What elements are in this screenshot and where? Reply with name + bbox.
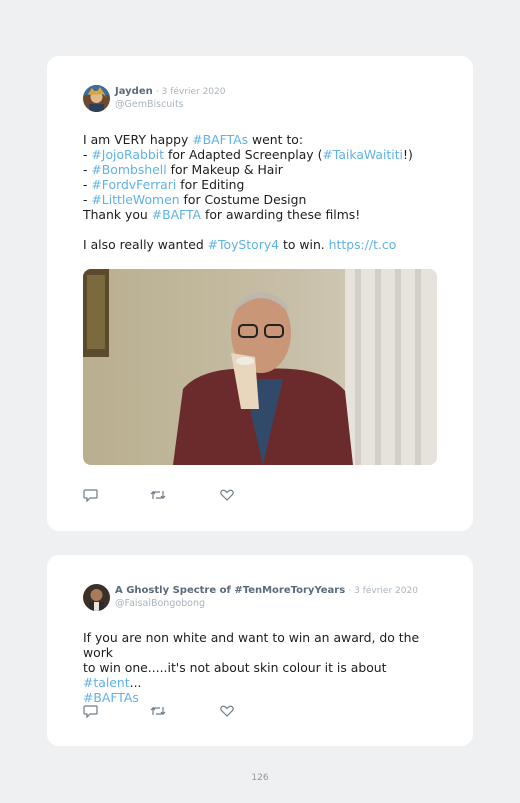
hashtag-link[interactable]: #BAFTA (152, 207, 201, 222)
tweet-text-segment: for awarding these films! (201, 207, 361, 222)
hashtag-link[interactable]: #FordvFerrari (91, 177, 176, 192)
author-name[interactable]: A Ghostly Spectre of #TenMoreToryYears (115, 585, 345, 596)
tweet-text-segment: ... (129, 675, 142, 690)
page-number: 126 (251, 773, 269, 783)
tweet-text-segment: I also really wanted (83, 237, 208, 252)
heart-icon[interactable] (219, 487, 235, 501)
tweet-line: to win one.....it's not about skin colou… (83, 660, 443, 690)
tweet-author-line: Jayden · 3 février 2020 (115, 85, 225, 99)
tweet-text-segment: I am VERY happy (83, 132, 193, 147)
tweet-line: - #JojoRabbit for Adapted Screenplay (#T… (83, 147, 443, 162)
tweet-line: - #Bombshell for Makeup & Hair (83, 162, 443, 177)
reply-icon[interactable] (83, 703, 99, 719)
hashtag-link[interactable]: #talent (83, 675, 130, 690)
tweet-line: #BAFTAs (83, 690, 443, 705)
tweet-line: - #FordvFerrari for Editing (83, 177, 443, 192)
hashtag-link[interactable]: #BAFTAs (192, 132, 248, 147)
tweet-text-segment: for Adapted Screenplay ( (164, 147, 323, 162)
tweet-line: I also really wanted #ToyStory4 to win. … (83, 237, 443, 252)
avatar[interactable] (83, 584, 110, 611)
tweet-text-segment: Thank you (83, 207, 152, 222)
tweet-line: If you are non white and want to win an … (83, 630, 443, 660)
tweet-author-line: A Ghostly Spectre of #TenMoreToryYears ·… (115, 584, 418, 598)
hashtag-link[interactable]: #TaikaWaititi (322, 147, 403, 162)
hashtag-link[interactable]: #LittleWomen (91, 192, 179, 207)
reply-icon[interactable] (83, 487, 99, 503)
author-name[interactable]: Jayden (115, 86, 153, 97)
tweet-text-segment: for Makeup & Hair (166, 162, 283, 177)
tweet-text-segment: for Editing (176, 177, 245, 192)
tweet-line: Thank you #BAFTA for awarding these film… (83, 207, 443, 222)
author-handle[interactable]: @GemBiscuits (115, 99, 184, 110)
tweet-card-2: A Ghostly Spectre of #TenMoreToryYears ·… (47, 555, 473, 746)
tweet-text-segment: If you are non white and want to win an … (83, 630, 420, 660)
tweet-text-segment: !) (403, 147, 413, 162)
tweet-line: - #LittleWomen for Costume Design (83, 192, 443, 207)
tweet-media-image[interactable] (83, 269, 437, 465)
tweet-text-segment: for Costume Design (179, 192, 307, 207)
hashtag-link[interactable]: https://t.co (329, 237, 397, 252)
tweet-text: I am VERY happy #BAFTAs went to: - #JojoR… (83, 132, 443, 252)
tweet-text-segment: to win one.....it's not about skin colou… (83, 660, 387, 675)
author-handle[interactable]: @FaisalBongobong (115, 598, 205, 609)
retweet-icon[interactable] (150, 487, 166, 501)
tweet-date[interactable]: · 3 février 2020 (156, 87, 226, 97)
tweet-text-segment: to win. (279, 237, 329, 252)
tweet-text-segment: went to: (248, 132, 304, 147)
avatar[interactable] (83, 85, 110, 112)
tweet-date[interactable]: · 3 février 2020 (348, 586, 418, 596)
tweet-line (83, 222, 443, 237)
tweet-line: I am VERY happy #BAFTAs went to: (83, 132, 443, 147)
tweet-text: If you are non white and want to win an … (83, 630, 443, 705)
hashtag-link[interactable]: #ToyStory4 (208, 237, 279, 252)
hashtag-link[interactable]: #Bombshell (91, 162, 166, 177)
heart-icon[interactable] (219, 703, 235, 717)
tweet-card-1: Jayden · 3 février 2020 @GemBiscuits I a… (47, 56, 473, 531)
retweet-icon[interactable] (150, 703, 166, 717)
hashtag-link[interactable]: #JojoRabbit (91, 147, 164, 162)
